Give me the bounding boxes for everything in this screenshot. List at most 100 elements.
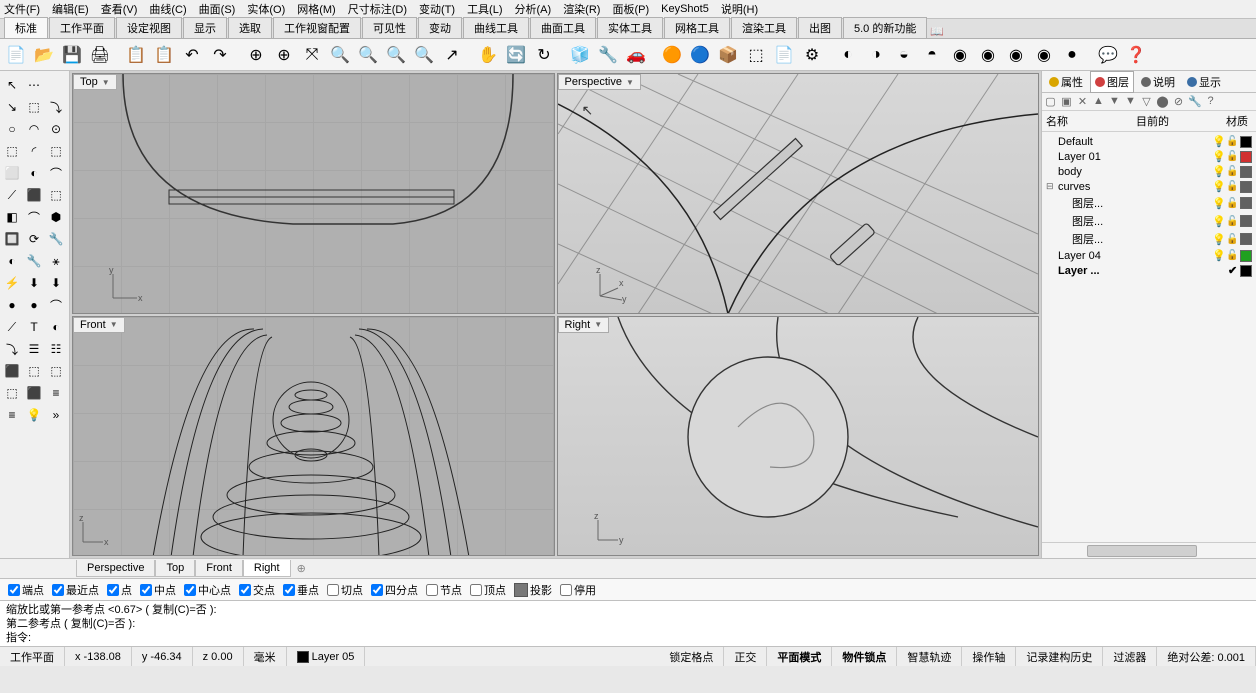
- status-toggle[interactable]: 过滤器: [1103, 647, 1157, 666]
- osnap-option[interactable]: 端点: [8, 582, 44, 598]
- lock-icon[interactable]: 🔓: [1226, 250, 1240, 261]
- ribbon-tab[interactable]: 设定视图: [116, 17, 182, 38]
- menu-item[interactable]: 实体(O): [247, 1, 285, 17]
- layer-row[interactable]: ⊟curves💡🔓: [1042, 179, 1256, 194]
- osnap-option[interactable]: 中点: [140, 582, 176, 598]
- toolbar-button[interactable]: ↻: [532, 43, 556, 67]
- lock-icon[interactable]: 🔓: [1226, 136, 1240, 147]
- osnap-option[interactable]: 四分点: [371, 582, 418, 598]
- ribbon-tab[interactable]: 变动: [418, 17, 462, 38]
- ribbon-tab[interactable]: 出图: [798, 17, 842, 38]
- menu-item[interactable]: KeyShot5: [661, 3, 709, 15]
- osnap-option[interactable]: 点: [107, 582, 132, 598]
- toolbar-button[interactable]: 🖨: [88, 43, 112, 67]
- status-z[interactable]: z 0.00: [193, 647, 244, 666]
- osnap-checkbox[interactable]: [140, 584, 152, 596]
- toolbar-button[interactable]: 🧊: [568, 43, 592, 67]
- pin-icon[interactable]: ⊘: [1172, 95, 1185, 108]
- toolbar-button[interactable]: 🔍: [356, 43, 380, 67]
- layer-row[interactable]: 图层...💡🔓: [1042, 194, 1256, 212]
- viewport-front[interactable]: Front▼: [72, 316, 555, 557]
- tool-button[interactable]: ◐: [46, 317, 66, 337]
- osnap-checkbox[interactable]: [8, 584, 20, 596]
- viewport-title[interactable]: Perspective▼: [558, 74, 641, 90]
- toolbar-button[interactable]: ●: [1060, 43, 1084, 67]
- toolbar-button[interactable]: ⊕: [272, 43, 296, 67]
- tool-button[interactable]: ≡: [2, 405, 22, 425]
- ribbon-tab[interactable]: 可见性: [362, 17, 417, 38]
- tool-button[interactable]: ⤵: [2, 339, 22, 359]
- panel-scrollbar[interactable]: [1042, 542, 1256, 558]
- tool-button[interactable]: ⟳: [24, 229, 44, 249]
- color-swatch[interactable]: [1240, 136, 1252, 148]
- visibility-icon[interactable]: 💡: [1212, 249, 1226, 262]
- layer-row[interactable]: 图层...💡🔓: [1042, 230, 1256, 248]
- toolbar-button[interactable]: ◓: [920, 43, 944, 67]
- layer-row[interactable]: 图层...💡🔓: [1042, 212, 1256, 230]
- visibility-icon[interactable]: 💡: [1212, 180, 1226, 193]
- lock-icon[interactable]: 🔓: [1226, 198, 1240, 209]
- osnap-project[interactable]: 投影: [514, 582, 552, 598]
- tool-button[interactable]: ⬚: [2, 383, 22, 403]
- tool-button[interactable]: ◜: [24, 141, 44, 161]
- toolbar-button[interactable]: ⬚: [744, 43, 768, 67]
- status-toggle[interactable]: 平面模式: [767, 647, 832, 666]
- menu-item[interactable]: 面板(P): [612, 1, 649, 17]
- viewport-title[interactable]: Front▼: [73, 317, 125, 333]
- tool-button[interactable]: ○: [2, 119, 22, 139]
- panel-tab[interactable]: 说明: [1136, 71, 1180, 93]
- add-view-icon[interactable]: ⊕: [291, 560, 312, 577]
- osnap-checkbox[interactable]: [107, 584, 119, 596]
- scrollbar-thumb[interactable]: [1087, 545, 1197, 557]
- toolbar-button[interactable]: ↶: [180, 43, 204, 67]
- toolbar-button[interactable]: ◒: [892, 43, 916, 67]
- menu-item[interactable]: 工具(L): [467, 1, 502, 17]
- pin-icon[interactable]: ⬤: [1156, 95, 1169, 108]
- tool-button[interactable]: ⋯: [24, 75, 44, 95]
- lock-icon[interactable]: 🔓: [1226, 234, 1240, 245]
- lock-icon[interactable]: 🔓: [1226, 216, 1240, 227]
- status-unit[interactable]: 毫米: [244, 647, 287, 666]
- panel-tab[interactable]: 显示: [1182, 71, 1226, 93]
- visibility-icon[interactable]: 💡: [1212, 150, 1226, 163]
- tool-button[interactable]: ⊙: [46, 119, 66, 139]
- tool-button[interactable]: ●: [2, 295, 22, 315]
- new-icon[interactable]: ▢: [1044, 95, 1057, 108]
- ribbon-tab[interactable]: 曲线工具: [463, 17, 529, 38]
- tool-button[interactable]: ⬚: [2, 141, 22, 161]
- status-tolerance[interactable]: 绝对公差: 0.001: [1157, 647, 1256, 666]
- menu-item[interactable]: 尺寸标注(D): [348, 1, 407, 17]
- osnap-option[interactable]: 中心点: [184, 582, 231, 598]
- menu-item[interactable]: 渲染(R): [563, 1, 600, 17]
- osnap-option[interactable]: 节点: [426, 582, 462, 598]
- toolbar-button[interactable]: 📋: [124, 43, 148, 67]
- osnap-checkbox[interactable]: [426, 584, 438, 596]
- status-y[interactable]: y -46.34: [132, 647, 193, 666]
- osnap-checkbox[interactable]: [371, 584, 383, 596]
- toolbar-button[interactable]: ⊕: [244, 43, 268, 67]
- osnap-checkbox[interactable]: [283, 584, 295, 596]
- layer-row[interactable]: Layer 01💡🔓: [1042, 149, 1256, 164]
- tool-button[interactable]: ⚡: [2, 273, 22, 293]
- panel-tab[interactable]: 属性: [1044, 71, 1088, 93]
- ribbon-tab[interactable]: 渲染工具: [731, 17, 797, 38]
- toolbar-button[interactable]: 🟠: [660, 43, 684, 67]
- toolbar-button[interactable]: ◑: [864, 43, 888, 67]
- menu-item[interactable]: 说明(H): [721, 1, 758, 17]
- tool-button[interactable]: ⬛: [2, 361, 22, 381]
- tool-button[interactable]: ⬢: [46, 207, 66, 227]
- up-icon[interactable]: ▲: [1092, 95, 1105, 108]
- help-icon[interactable]: ?: [1204, 95, 1217, 108]
- status-toggle[interactable]: 智慧轨迹: [897, 647, 962, 666]
- toolbar-button[interactable]: 💾: [60, 43, 84, 67]
- color-swatch[interactable]: [1240, 265, 1252, 277]
- tool-button[interactable]: ⬚: [24, 361, 44, 381]
- tool-button[interactable]: ☰: [24, 339, 44, 359]
- filter-icon[interactable]: ▽: [1140, 95, 1153, 108]
- viewport-top[interactable]: Top▼ yx: [72, 73, 555, 314]
- tool-button[interactable]: 🔧: [46, 229, 66, 249]
- color-swatch[interactable]: [1240, 151, 1252, 163]
- status-x[interactable]: x -138.08: [65, 647, 132, 666]
- tool-button[interactable]: ☷: [46, 339, 66, 359]
- osnap-disable[interactable]: 停用: [560, 582, 596, 598]
